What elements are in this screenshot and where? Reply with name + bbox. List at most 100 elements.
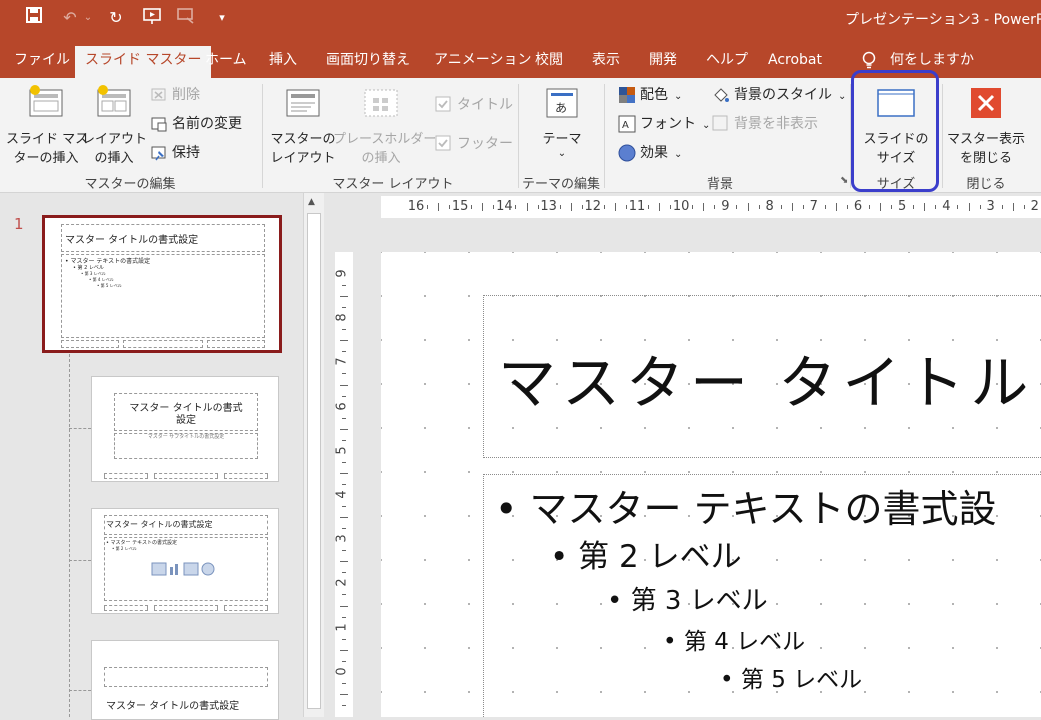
ruler-tick <box>570 203 572 211</box>
tab-home[interactable]: ホーム <box>195 46 257 78</box>
ruler-label: 12 <box>584 199 602 214</box>
tab-help[interactable]: ヘルプ <box>696 46 758 78</box>
checkbox-checked-icon <box>435 135 453 153</box>
layout-thumbnail-section-header[interactable]: マスター タイトルの書式設定 <box>91 640 279 720</box>
hide-background-checkbox[interactable]: 背景を非表示 <box>712 112 818 136</box>
effects-button[interactable]: 効果 ⌄ <box>618 141 682 165</box>
ruler-tick <box>340 472 348 474</box>
body-level-3: • 第 3 レベル <box>607 580 768 617</box>
insert-slide-master-button[interactable]: スライド マス ターの挿入 <box>6 84 88 168</box>
title-checkbox[interactable]: タイトル <box>435 93 513 117</box>
pushpin-icon <box>150 144 168 162</box>
ruler-tick <box>648 205 650 209</box>
tab-insert[interactable]: 挿入 <box>259 46 307 78</box>
tab-transitions[interactable]: 画面切り替え <box>316 46 420 78</box>
preserve-button[interactable]: 保持 <box>150 141 200 165</box>
customize-qat-icon[interactable]: ▾ <box>210 6 234 30</box>
chevron-down-icon: ⌄ <box>674 91 683 102</box>
layout-thumbnail-title-content[interactable]: マスター タイトルの書式設定 • マスター テキストの書式設定 • 第 2 レベ… <box>91 508 279 614</box>
scroll-thumb[interactable] <box>307 213 321 709</box>
ruler-tick <box>703 203 705 211</box>
scroll-up-icon[interactable]: ▲ <box>308 197 315 207</box>
separator <box>518 84 519 188</box>
ruler-tick <box>438 203 440 211</box>
ruler-tick <box>515 205 517 209</box>
themes-label: テーマ <box>542 132 582 147</box>
insert-layout-button[interactable]: レイアウト の挿入 <box>82 84 147 168</box>
present-online-icon[interactable] <box>174 6 198 30</box>
bullet-icon: • <box>663 629 684 655</box>
tab-developer[interactable]: 開発 <box>639 46 687 78</box>
background-styles-label: 背景のスタイル <box>734 87 832 103</box>
separator <box>604 84 605 188</box>
rename-button[interactable]: 名前の変更 <box>150 112 242 136</box>
ruler-tick <box>537 205 539 209</box>
tab-review[interactable]: 校閲 <box>525 46 573 78</box>
ruler-tick <box>342 506 346 508</box>
tab-file[interactable]: ファイル <box>4 46 80 78</box>
ruler-label: 13 <box>540 199 557 214</box>
chevron-down-icon: ⌄ <box>838 91 847 102</box>
ruler-tick <box>342 682 346 684</box>
ruler-tick <box>559 205 561 209</box>
thumb-level5: • 第 5 レベル <box>97 283 122 288</box>
save-icon[interactable] <box>22 6 46 30</box>
tab-slide-master[interactable]: スライド マスター <box>75 46 212 78</box>
ruler-tick <box>471 205 473 209</box>
insert-slide-master-icon <box>6 84 86 126</box>
separator <box>262 84 263 188</box>
fonts-button[interactable]: A フォント ⌄ <box>618 112 710 136</box>
tab-acrobat[interactable]: Acrobat <box>758 46 832 78</box>
master-layout-button[interactable]: マスターの レイアウト <box>268 84 338 168</box>
body-level-4: • 第 4 レベル <box>663 622 805 656</box>
thumb-title: マスター タイトルの書式設定 <box>106 701 240 712</box>
insert-placeholder-button[interactable]: プレースホルダー の挿入 <box>333 84 436 168</box>
ruler-tick <box>714 205 716 209</box>
vertical-ruler: 9 8 7 6 5 4 3 2 1 0 <box>335 252 353 717</box>
start-from-beginning-icon[interactable] <box>140 6 164 30</box>
redo-icon[interactable]: ↻ <box>104 6 128 30</box>
ruler-tick <box>342 483 346 485</box>
tab-animations[interactable]: アニメーション <box>424 46 541 78</box>
color-palette-icon <box>618 86 636 104</box>
thumb-subtitle: マスター サブタイトルの書式設定 <box>147 434 225 440</box>
footer-checkbox[interactable]: フッター <box>435 132 513 156</box>
body-level-3-text: 第 3 レベル <box>630 586 768 616</box>
svg-text:あ: あ <box>555 101 567 115</box>
themes-button[interactable]: あ テーマ ⌄ <box>530 86 594 159</box>
ruler-tick <box>791 203 793 211</box>
ruler-tick <box>342 572 346 574</box>
ruler-tick <box>342 594 346 596</box>
ruler-tick <box>824 205 826 209</box>
close-master-view-button[interactable]: マスター表示 を閉じる <box>944 86 1028 168</box>
dialog-launcher-icon[interactable]: ⬊ <box>840 175 848 186</box>
layout-thumbnail-title-slide[interactable]: マスター タイトルの書式 設定 マスター サブタイトルの書式設定 <box>91 376 279 482</box>
thumbnail-scrollbar[interactable]: ▲ <box>303 193 324 717</box>
delete-button[interactable]: 削除 <box>150 83 200 107</box>
themes-dropdown-icon: ⌄ <box>557 148 567 159</box>
ruler-tick <box>1023 205 1025 209</box>
ruler-tick <box>968 203 970 211</box>
master-layout-icon <box>268 84 338 126</box>
group-label-close: 閉じる <box>966 177 1006 192</box>
ruler-tick <box>340 517 348 519</box>
separator <box>942 84 943 188</box>
slide-master-thumbnail[interactable]: マスター タイトルの書式設定 • マスター テキストの書式設定 • 第 2 レベ… <box>42 215 282 353</box>
ruler-label: 3 <box>986 199 995 214</box>
tab-view[interactable]: 表示 <box>582 46 630 78</box>
ruler-label: 9 <box>721 199 730 214</box>
title-checkbox-label: タイトル <box>457 97 513 113</box>
undo-dropdown-icon[interactable]: ⌄ <box>76 6 100 30</box>
colors-button[interactable]: 配色 ⌄ <box>618 83 682 107</box>
ruler-tick <box>342 439 346 441</box>
ruler-tick <box>340 649 348 651</box>
background-styles-button[interactable]: 背景のスタイル ⌄ <box>712 83 846 107</box>
chevron-down-icon: ⌄ <box>674 149 683 160</box>
insert-content-icons <box>150 561 220 583</box>
rename-label: 名前の変更 <box>172 116 242 132</box>
ruler-tick <box>342 395 346 397</box>
ruler-tick <box>493 205 495 209</box>
footer-checkbox-label: フッター <box>457 136 513 152</box>
tree-connector <box>69 560 91 561</box>
insert-layout-icon <box>82 84 146 126</box>
